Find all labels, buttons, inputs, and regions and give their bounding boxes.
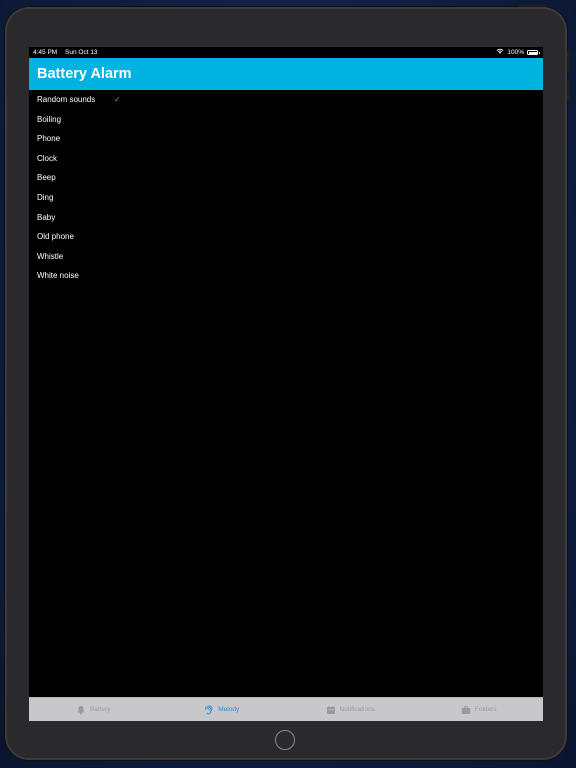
wifi-icon — [496, 47, 504, 58]
status-time: 4:45 PM — [33, 49, 58, 56]
tab-label: Melody — [218, 706, 240, 713]
side-button-volume-down — [567, 79, 570, 101]
list-item[interactable]: Whistle — [29, 247, 543, 267]
list-item-label: Whistle — [37, 251, 64, 261]
list-item[interactable]: Random sounds ✓ — [29, 90, 543, 110]
status-date: Sun Oct 13 — [65, 49, 98, 56]
app-header: Battery Alarm — [29, 58, 543, 90]
ear-icon — [204, 705, 214, 715]
tab-notifications[interactable]: Notifications — [286, 698, 415, 721]
status-right: 100% — [496, 47, 540, 58]
list-item-label: Old phone — [37, 232, 74, 242]
checkmark-icon: ✓ — [114, 95, 121, 104]
list-item-label: Boiling — [37, 114, 62, 124]
battery-icon — [527, 50, 540, 55]
status-bar: 4:45 PM Sun Oct 13 100% — [29, 47, 543, 58]
list-item[interactable]: Boiling — [29, 110, 543, 130]
list-item[interactable]: Clock — [29, 149, 543, 169]
battery-level-fill — [528, 51, 537, 54]
bell-icon — [76, 705, 86, 715]
tab-melody[interactable]: Melody — [158, 698, 287, 721]
page-title: Battery Alarm — [37, 66, 132, 82]
list-item[interactable]: Baby — [29, 208, 543, 228]
tab-battery[interactable]: Battery — [29, 698, 158, 721]
list-item-label: Beep — [37, 173, 56, 183]
list-item[interactable]: White noise — [29, 266, 543, 286]
tab-label: Battery — [89, 706, 111, 713]
side-button-power — [518, 4, 546, 7]
calendar-icon — [326, 705, 336, 715]
briefcase-icon — [461, 705, 471, 715]
list-item-label: Random sounds — [37, 95, 96, 104]
home-button[interactable] — [275, 730, 295, 750]
list-item[interactable]: Phone — [29, 129, 543, 149]
tab-bar: Battery Melody Notifications Folders — [29, 697, 543, 721]
list-item-label: Ding — [37, 192, 54, 202]
tab-label: Notifications — [339, 706, 375, 713]
list-item-label: White noise — [37, 271, 79, 281]
list-item[interactable]: Old phone — [29, 227, 543, 247]
list-item[interactable]: Ding — [29, 188, 543, 208]
side-button-volume-up — [567, 50, 570, 72]
list-item-label: Baby — [37, 212, 56, 222]
tab-label: Folders — [474, 706, 497, 713]
list-item-label: Phone — [37, 134, 61, 144]
status-left: 4:45 PM Sun Oct 13 — [33, 47, 104, 58]
list-item-label: Clock — [37, 153, 58, 163]
tab-folders[interactable]: Folders — [415, 698, 544, 721]
list-item[interactable]: Beep — [29, 168, 543, 188]
battery-percent: 100% — [507, 49, 524, 56]
melody-list: Random sounds ✓ Boiling Phone Clock Beep Ding B… — [29, 90, 543, 286]
app-screen: 4:45 PM Sun Oct 13 100% Battery Alarm Ra… — [29, 47, 543, 721]
